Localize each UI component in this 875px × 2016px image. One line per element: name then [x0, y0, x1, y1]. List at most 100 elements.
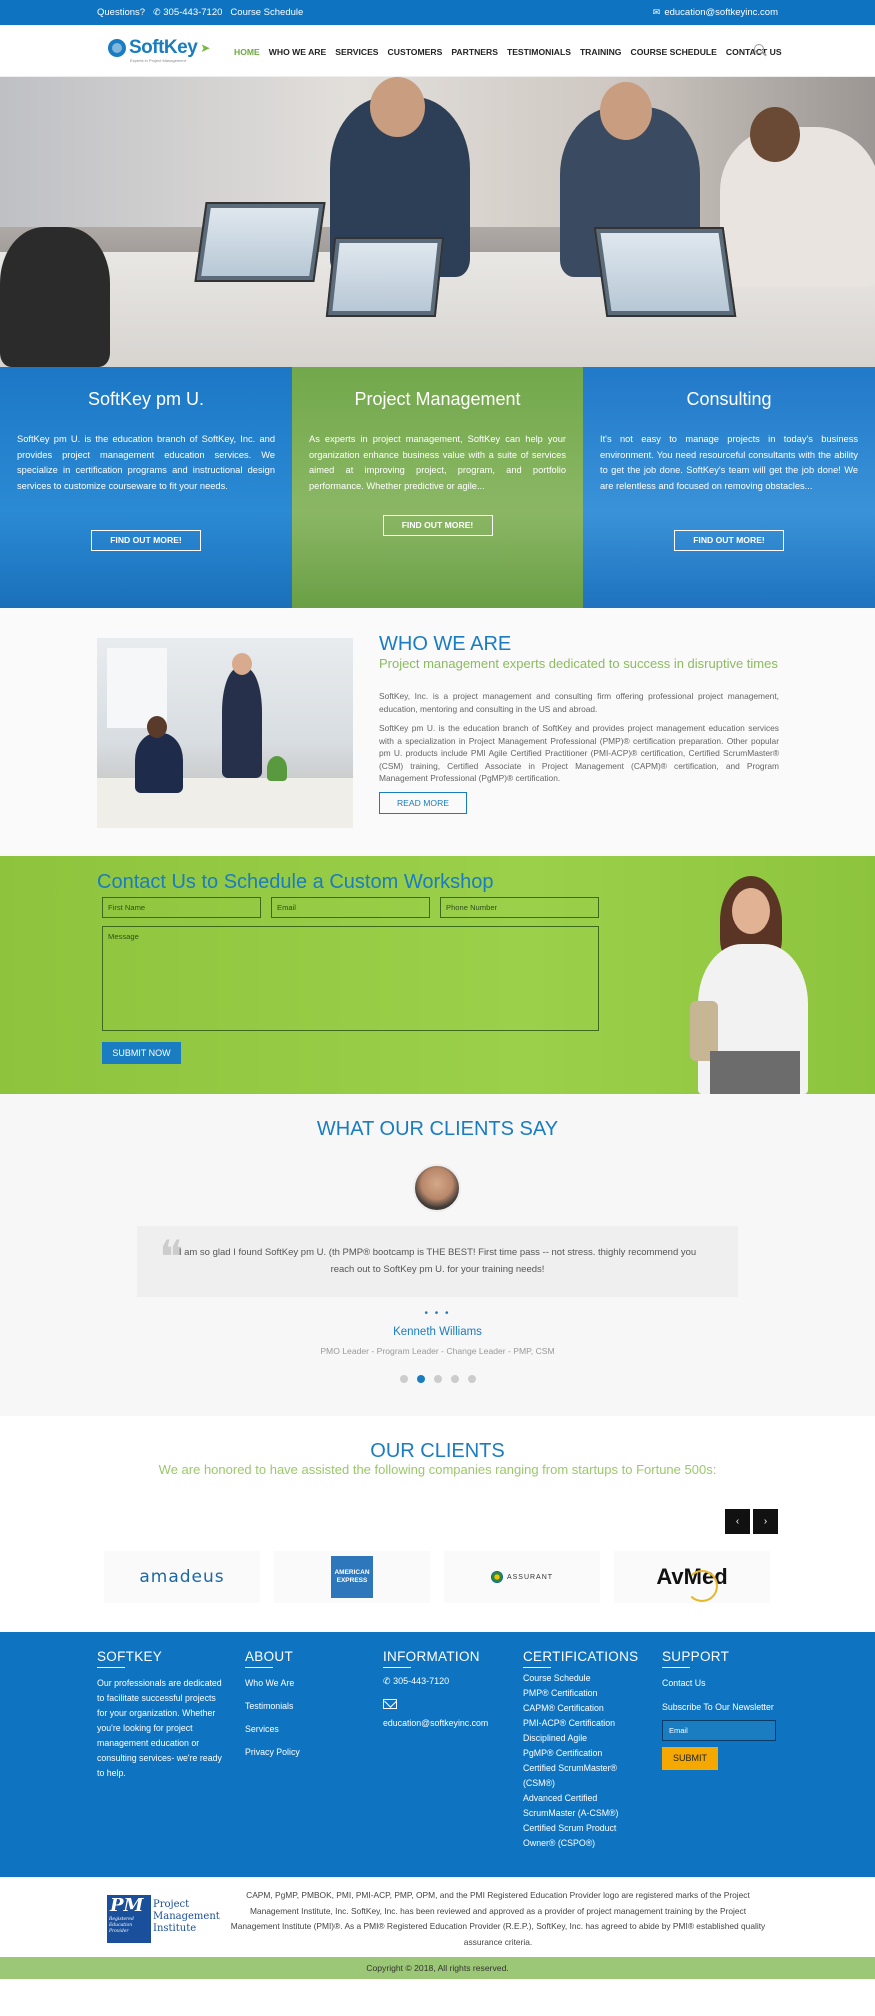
- who-we-are-section: WHO WE ARE Project management experts de…: [0, 608, 875, 856]
- testimonial-role: PMO Leader - Program Leader - Change Lea…: [320, 1346, 555, 1356]
- find-out-more-button[interactable]: FIND OUT MORE!: [91, 530, 201, 551]
- first-name-field[interactable]: First Name: [102, 897, 261, 918]
- phone-icon: ✆: [383, 1676, 391, 1686]
- client-logo-amadeus[interactable]: amadeus: [104, 1551, 260, 1603]
- main-nav: HOME WHO WE ARE SERVICES CUSTOMERS PARTN…: [234, 47, 782, 57]
- footer-about: ABOUT Who We Are Testimonials Services P…: [245, 1649, 355, 1760]
- carousel-pager: [400, 1375, 476, 1383]
- footer-cert-link[interactable]: Certified ScrumMaster® (CSM®): [523, 1761, 638, 1791]
- nav-partners[interactable]: PARTNERS: [451, 47, 498, 57]
- footer-email[interactable]: education@softkeyinc.com: [383, 1716, 508, 1731]
- search-icon[interactable]: [754, 44, 764, 54]
- footer-link-who-we-are[interactable]: Who We Are: [245, 1676, 355, 1691]
- phone-field[interactable]: Phone Number: [440, 897, 599, 918]
- message-field[interactable]: Message: [102, 926, 599, 1031]
- footer-link-services[interactable]: Services: [245, 1722, 355, 1737]
- footer-contact-link[interactable]: Contact Us: [662, 1676, 782, 1691]
- client-logo-avmed[interactable]: AvMed: [614, 1551, 770, 1603]
- logo-icon: [108, 39, 126, 57]
- client-logo-amex[interactable]: AMERICAN EXPRESS: [274, 1551, 430, 1603]
- top-bar: Questions? ✆ 305-443-7120 Course Schedul…: [0, 0, 875, 25]
- footer-certifications: CERTIFICATIONS Course Schedule PMP® Cert…: [523, 1649, 638, 1851]
- footer-heading: SOFTKEY: [97, 1649, 222, 1668]
- who-paragraph-1: SoftKey, Inc. is a project management an…: [379, 691, 779, 714]
- column-text: SoftKey pm U. is the education branch of…: [17, 434, 275, 491]
- nav-who-we-are[interactable]: WHO WE ARE: [269, 47, 326, 57]
- section-subtitle: We are honored to have assisted the foll…: [158, 1462, 717, 1477]
- phone-number: 305-443-7120: [163, 7, 223, 18]
- phone-link[interactable]: ✆ 305-443-7120: [153, 7, 222, 18]
- pager-dot[interactable]: [468, 1375, 476, 1383]
- pager-dot[interactable]: [400, 1375, 408, 1383]
- quote-text: I am so glad I found SoftKey pm U. (th P…: [178, 1247, 697, 1275]
- footer-heading: INFORMATION: [383, 1649, 508, 1668]
- feature-columns: SoftKey pm U. SoftKey pm U. is the educa…: [0, 367, 875, 608]
- section-title: OUR CLIENTS: [370, 1440, 505, 1462]
- footer-softkey: SOFTKEY Our professionals are dedicated …: [97, 1649, 222, 1781]
- envelope-icon: ✉: [652, 7, 661, 17]
- nav-testimonials[interactable]: TESTIMONIALS: [507, 47, 571, 57]
- testimonial-author: Kenneth Williams: [393, 1326, 482, 1338]
- footer-cert-link[interactable]: Advanced Certified ScrumMaster (A-CSM®): [523, 1791, 638, 1821]
- nav-training[interactable]: TRAINING: [580, 47, 622, 57]
- pager-dot[interactable]: [434, 1375, 442, 1383]
- email-field[interactable]: Email: [271, 897, 430, 918]
- testimonial-quote: ❝ I am so glad I found SoftKey pm U. (th…: [137, 1226, 738, 1297]
- phone-icon: ✆: [153, 7, 161, 17]
- newsletter-label: Subscribe To Our Newsletter: [662, 1702, 774, 1712]
- nav-services[interactable]: SERVICES: [335, 47, 378, 57]
- footer-information: INFORMATION ✆ 305-443-7120 education@sof…: [383, 1649, 508, 1731]
- questions-label: Questions?: [97, 7, 146, 18]
- email-link[interactable]: education@softkeyinc.com: [664, 7, 778, 18]
- carousel-prev-button[interactable]: ‹: [725, 1509, 750, 1534]
- newsletter-email-input[interactable]: Email: [662, 1720, 776, 1741]
- carousel-next-button[interactable]: ›: [753, 1509, 778, 1534]
- pager-dot[interactable]: [451, 1375, 459, 1383]
- footer-cert-link[interactable]: CAPM® Certification: [523, 1701, 638, 1716]
- footer-link-privacy-policy[interactable]: Privacy Policy: [245, 1745, 355, 1760]
- newsletter-submit-button[interactable]: SUBMIT: [662, 1747, 718, 1770]
- submit-now-button[interactable]: SUBMIT NOW: [102, 1042, 181, 1064]
- team-meeting-photo: [97, 638, 353, 828]
- footer-cert-link[interactable]: PMI-ACP® Certification: [523, 1716, 638, 1731]
- column-softkey-pmu: SoftKey pm U. SoftKey pm U. is the educa…: [0, 367, 292, 608]
- copyright-bar: Copyright © 2018, All rights reserved.: [0, 1957, 875, 1979]
- footer-support: SUPPORT Contact Us Subscribe To Our News…: [662, 1649, 782, 1770]
- our-clients-section: OUR CLIENTS We are honored to have assis…: [0, 1416, 875, 1632]
- assurant-icon: [490, 1571, 503, 1583]
- envelope-icon: [383, 1699, 397, 1709]
- pager-dot-active[interactable]: [417, 1375, 425, 1383]
- column-consulting: Consulting It's not easy to manage proje…: [583, 367, 875, 608]
- contact-section: Contact Us to Schedule a Custom Workshop…: [0, 856, 875, 1094]
- footer-link-testimonials[interactable]: Testimonials: [245, 1699, 355, 1714]
- footer-cert-link[interactable]: PMP® Certification: [523, 1686, 638, 1701]
- footer-cert-link[interactable]: Course Schedule: [523, 1671, 638, 1686]
- pmi-notice-text: CAPM, PgMP, PMBOK, PMI, PMI-ACP, PMP, OP…: [230, 1890, 766, 1947]
- testimonials-section: WHAT OUR CLIENTS SAY ❝ I am so glad I fo…: [0, 1094, 875, 1416]
- column-text: As experts in project management, SoftKe…: [309, 434, 566, 491]
- footer-cert-link[interactable]: PgMP® Certification: [523, 1746, 638, 1761]
- read-more-button[interactable]: READ MORE: [379, 792, 467, 814]
- find-out-more-button[interactable]: FIND OUT MORE!: [674, 530, 784, 551]
- pmi-notice: PM Registered Education Provider Project …: [0, 1877, 875, 1957]
- column-title: SoftKey pm U.: [87, 389, 205, 409]
- who-paragraph-2: SoftKey pm U. is the education branch of…: [379, 723, 779, 783]
- footer-cert-link[interactable]: Certified Scrum Product Owner® (CSPO®): [523, 1821, 638, 1851]
- pmi-logo: PM Registered Education Provider Project …: [107, 1895, 220, 1943]
- logo[interactable]: SoftKey ➤: [108, 37, 210, 59]
- nav-customers[interactable]: CUSTOMERS: [388, 47, 443, 57]
- footer-about-text: Our professionals are dedicated to facil…: [97, 1678, 222, 1778]
- footer-cert-link[interactable]: Disciplined Agile: [523, 1731, 638, 1746]
- footer-phone[interactable]: ✆ 305-443-7120: [383, 1676, 508, 1687]
- nav-home[interactable]: HOME: [234, 47, 260, 57]
- find-out-more-button[interactable]: FIND OUT MORE!: [382, 515, 493, 536]
- course-schedule-link[interactable]: Course Schedule: [230, 7, 303, 18]
- section-title: WHO WE ARE: [379, 633, 512, 655]
- footer-heading: CERTIFICATIONS: [523, 1649, 638, 1668]
- avatar: [413, 1164, 461, 1212]
- hero-image: [0, 77, 875, 367]
- nav-course-schedule[interactable]: COURSE SCHEDULE: [630, 47, 716, 57]
- client-logo-assurant[interactable]: ASSURANT: [444, 1551, 600, 1603]
- footer-heading: SUPPORT: [662, 1649, 782, 1668]
- logo-arrow-icon: ➤: [200, 41, 211, 55]
